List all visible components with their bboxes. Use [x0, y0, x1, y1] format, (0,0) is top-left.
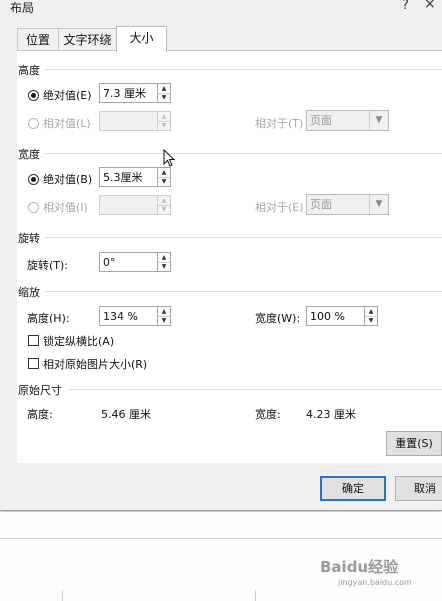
- ok-button[interactable]: 确定: [320, 476, 386, 501]
- section-divider: [45, 153, 442, 154]
- original-size-section-title: 原始尺寸: [18, 384, 62, 397]
- height-relative-label: 相对值(L): [43, 117, 91, 130]
- section-divider: [45, 69, 442, 70]
- tab-strip: 位置 文字环绕 大小: [17, 26, 442, 52]
- width-relative-to-select[interactable]: 页面 ▼: [306, 194, 389, 215]
- width-relative-input[interactable]: [99, 195, 158, 215]
- height-relative-to-value: 页面: [310, 114, 332, 127]
- spin-down-icon[interactable]: ▼: [158, 262, 170, 271]
- height-absolute-label: 绝对值(E): [43, 89, 92, 102]
- section-divider: [45, 237, 442, 238]
- rotation-input[interactable]: 0°: [99, 252, 158, 272]
- close-button[interactable]: ×: [424, 0, 436, 12]
- help-button[interactable]: ?: [402, 0, 409, 13]
- scale-height-label: 高度(H):: [27, 312, 70, 325]
- chevron-down-icon[interactable]: ▼: [369, 195, 388, 214]
- spin-down-icon[interactable]: ▼: [158, 93, 170, 102]
- margin-mark: [62, 590, 63, 601]
- watermark-url: jingyan.baidu.com: [338, 578, 412, 587]
- original-width-value: 4.23 厘米: [306, 408, 356, 421]
- scale-width-spinner[interactable]: ▲ ▼: [365, 306, 378, 326]
- spin-down-icon[interactable]: ▼: [158, 316, 170, 325]
- tab-text-wrap[interactable]: 文字环绕: [58, 28, 117, 51]
- cancel-button[interactable]: 取消: [395, 476, 442, 501]
- width-relative-label: 相对值(I): [43, 201, 88, 214]
- mouse-cursor-icon: [163, 149, 176, 167]
- margin-mark: [255, 590, 256, 601]
- section-divider: [69, 389, 442, 390]
- height-section-title: 高度: [18, 64, 40, 77]
- layout-dialog: 布局 ? × 位置 文字环绕 大小 高度 绝对值(E) 7.3 厘米 ▲ ▼ 相…: [0, 0, 442, 511]
- width-absolute-spinner[interactable]: ▲ ▼: [158, 167, 171, 187]
- scale-section-title: 缩放: [18, 286, 40, 299]
- height-absolute-input[interactable]: 7.3 厘米: [99, 83, 158, 103]
- spin-down-icon[interactable]: ▼: [365, 316, 377, 325]
- rotation-spinner[interactable]: ▲ ▼: [158, 252, 171, 272]
- scale-width-label: 宽度(W):: [255, 312, 301, 325]
- scale-height-input[interactable]: 134 %: [99, 306, 158, 326]
- height-absolute-spinner[interactable]: ▲ ▼: [158, 83, 171, 103]
- section-divider: [45, 291, 442, 292]
- height-relative-spinner[interactable]: ▲ ▼: [158, 111, 171, 131]
- width-relative-to-value: 页面: [310, 198, 332, 211]
- tab-size[interactable]: 大小: [116, 26, 167, 52]
- lock-aspect-label: 锁定纵横比(A): [43, 335, 115, 348]
- width-absolute-input[interactable]: 5.3厘米: [99, 167, 158, 187]
- width-absolute-radio[interactable]: [28, 174, 39, 185]
- height-relative-to-label: 相对于(T): [255, 117, 304, 130]
- chevron-down-icon[interactable]: ▼: [369, 111, 388, 130]
- tab-position[interactable]: 位置: [17, 28, 59, 51]
- watermark-brand: Baidu经验: [320, 558, 399, 576]
- spin-down-icon[interactable]: ▼: [158, 121, 170, 130]
- size-tab-panel: 高度 绝对值(E) 7.3 厘米 ▲ ▼ 相对值(L) ▲ ▼ 相对于(T) 页…: [17, 50, 442, 463]
- original-height-label: 高度:: [27, 408, 53, 421]
- spin-down-icon[interactable]: ▼: [158, 205, 170, 214]
- original-width-label: 宽度:: [255, 408, 281, 421]
- scale-height-spinner[interactable]: ▲ ▼: [158, 306, 171, 326]
- document-background: Baidu经验 jingyan.baidu.com: [0, 512, 442, 601]
- height-relative-input[interactable]: [99, 111, 158, 131]
- original-height-value: 5.46 厘米: [101, 408, 151, 421]
- scale-width-input[interactable]: 100 %: [306, 306, 365, 326]
- relative-original-label: 相对原始图片大小(R): [43, 358, 148, 371]
- spin-down-icon[interactable]: ▼: [158, 177, 170, 186]
- rotation-label: 旋转(T):: [27, 259, 69, 272]
- reset-button[interactable]: 重置(S): [386, 431, 442, 456]
- title-bar: 布局 ? ×: [0, 0, 442, 22]
- width-relative-radio[interactable]: [28, 202, 39, 213]
- rotation-section-title: 旋转: [18, 232, 40, 245]
- width-relative-to-label: 相对于(E): [255, 201, 304, 214]
- width-relative-spinner[interactable]: ▲ ▼: [158, 195, 171, 215]
- lock-aspect-checkbox[interactable]: [28, 335, 39, 346]
- relative-original-checkbox[interactable]: [28, 358, 39, 369]
- width-absolute-label: 绝对值(B): [43, 173, 93, 186]
- height-relative-radio[interactable]: [28, 118, 39, 129]
- page-divider: [0, 538, 442, 539]
- height-relative-to-select[interactable]: 页面 ▼: [306, 110, 389, 131]
- dialog-title: 布局: [10, 1, 35, 15]
- height-absolute-radio[interactable]: [28, 90, 39, 101]
- width-section-title: 宽度: [18, 148, 40, 161]
